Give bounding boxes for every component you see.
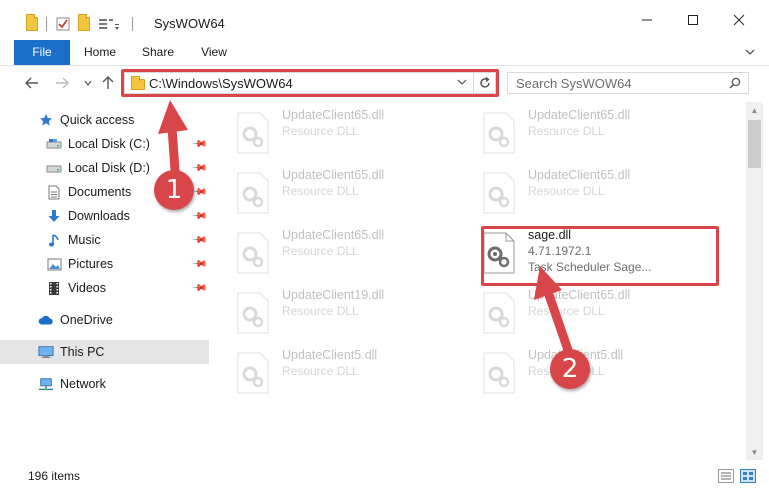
picture-icon [46,256,62,272]
file-item[interactable]: UpdateClient65.dll Resource DLL [455,166,691,222]
tab-share[interactable]: Share [136,40,180,65]
file-description: Resource DLL [528,184,605,198]
separator [46,15,47,33]
file-name: UpdateClient5.dll [282,348,378,362]
file-description: Resource DLL [282,364,359,378]
back-button[interactable] [22,73,42,93]
details-view-icon[interactable] [718,469,734,483]
search-icon[interactable] [729,77,741,89]
pin-icon[interactable]: 📌 [191,280,208,297]
sidebar-item-onedrive[interactable]: OneDrive [0,308,209,332]
tab-home[interactable]: Home [78,40,122,65]
chevron-down-icon[interactable] [742,44,758,60]
music-icon [46,232,62,248]
pin-icon[interactable]: 📌 [191,256,208,273]
pin-icon[interactable]: 📌 [191,208,208,225]
new-folder-icon[interactable] [78,14,90,33]
sidebar-item-music[interactable]: Music 📌 [0,228,209,252]
tab-file[interactable]: File [14,40,70,65]
properties-icon[interactable] [56,15,70,33]
folder-icon [26,14,38,33]
search-box[interactable] [507,72,749,94]
file-name: UpdateClient65.dll [528,168,631,182]
star-icon [38,112,54,128]
file-item[interactable]: UpdateClient65.dll Resource DLL [209,106,445,162]
sidebar-item-label: Music [68,233,101,247]
file-item[interactable]: UpdateClient5.dll Resource DLL [209,346,445,402]
file-item[interactable]: UpdateClient65.dll Resource DLL [455,106,691,162]
minimize-icon[interactable] [624,0,670,40]
dll-file-icon [483,292,515,334]
sidebar-item-label: Local Disk (D:) [68,161,150,175]
file-name: UpdateClient65.dll [282,168,385,182]
cloud-icon [38,312,54,328]
sidebar-item-label: OneDrive [60,313,113,327]
sidebar-item-network[interactable]: Network [0,372,209,396]
dll-file-icon [237,232,269,274]
dll-file-icon [237,352,269,394]
file-item[interactable]: UpdateClient65.dll Resource DLL [209,166,445,222]
step-1-callout: 1 [154,170,194,210]
network-icon [38,376,54,392]
dll-file-icon [237,112,269,154]
sidebar-item-label: Documents [68,185,132,199]
scroll-up-icon[interactable]: ▲ [746,102,763,118]
pin-icon[interactable]: 📌 [191,232,208,249]
sidebar-item-label: Videos [68,281,106,295]
ribbon: File Home Share View [0,40,769,66]
download-icon [46,208,62,224]
vertical-scrollbar[interactable]: ▲ ▼ [746,102,763,460]
computer-icon [38,344,54,360]
file-description: Resource DLL [528,124,605,138]
file-name: UpdateClient65.dll [282,228,385,242]
file-name: UpdateClient19.dll [282,288,385,302]
separator [132,15,133,33]
scroll-down-icon[interactable]: ▼ [746,444,763,460]
file-item[interactable]: UpdateClient65.dll Resource DLL [209,226,445,282]
tab-view[interactable]: View [192,40,236,65]
large-icons-view-icon[interactable] [740,469,756,483]
file-highlight [481,226,719,286]
dll-file-icon [483,352,515,394]
file-name: UpdateClient65.dll [528,108,631,122]
close-icon[interactable] [716,0,762,40]
search-input[interactable] [508,73,728,93]
file-description: Resource DLL [282,244,359,258]
window-title: SysWOW64 [154,16,225,31]
document-icon [46,184,62,200]
item-count: 196 items [28,469,81,483]
file-description: Resource DLL [282,184,359,198]
sidebar-item-label: Pictures [68,257,114,271]
file-description: Resource DLL [282,304,359,318]
dll-file-icon [483,112,515,154]
drive-icon [46,136,62,152]
drive-icon [46,160,62,176]
customize-toolbar-icon[interactable] [98,15,122,33]
title-bar: SysWOW64 [0,0,769,40]
sidebar-item-this-pc[interactable]: This PC [0,340,209,364]
file-name: UpdateClient65.dll [282,108,385,122]
step-2-callout: 2 [550,349,590,389]
dll-file-icon [237,172,269,214]
status-bar: 196 items [0,460,769,500]
up-button[interactable] [98,73,118,93]
file-description: Resource DLL [282,124,359,138]
file-item[interactable]: UpdateClient19.dll Resource DLL [209,286,445,342]
scroll-thumb[interactable] [748,120,761,168]
arrow-2-icon [534,266,573,355]
recent-locations-icon[interactable] [78,73,98,93]
forward-button[interactable] [52,73,72,93]
sidebar-item-label: This PC [60,345,105,359]
maximize-icon[interactable] [670,0,716,40]
dll-file-icon [483,172,515,214]
sidebar-item-label: Local Disk (C:) [68,137,150,151]
address-bar-highlight [121,69,499,97]
sidebar-item-pictures[interactable]: Pictures 📌 [0,252,209,276]
sidebar-item-videos[interactable]: Videos 📌 [0,276,209,300]
sidebar-item-label: Quick access [60,113,135,127]
dll-file-icon [237,292,269,334]
sidebar-item-label: Downloads [68,209,130,223]
video-icon [46,280,62,296]
sidebar-item-label: Network [60,377,106,391]
